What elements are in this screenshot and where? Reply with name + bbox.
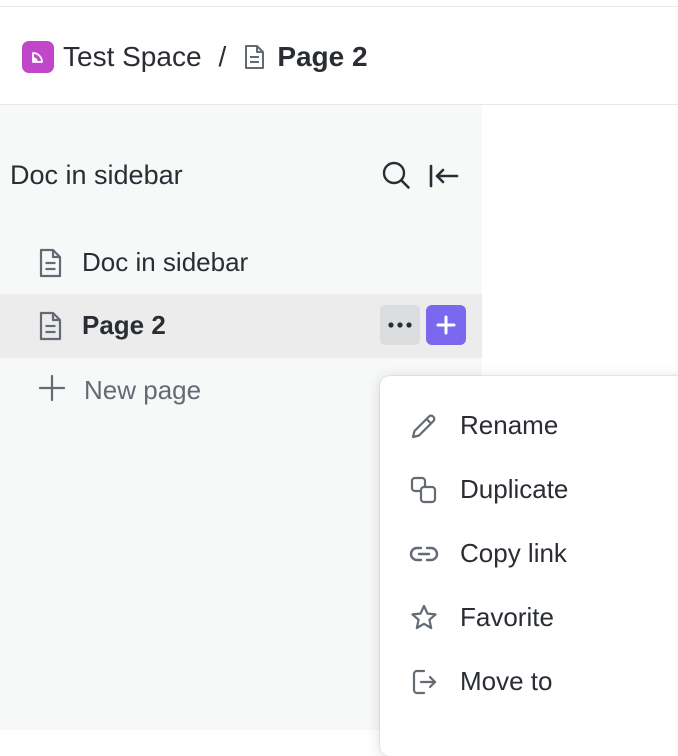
breadcrumb-space[interactable]: Test Space — [63, 41, 202, 73]
plus-icon — [38, 374, 66, 402]
menu-item-duplicate[interactable]: Duplicate — [380, 457, 678, 521]
page-context-menu: Rename Duplicate Copy link Favorite Move… — [380, 376, 678, 756]
star-icon — [408, 602, 440, 634]
collapse-sidebar-icon[interactable] — [428, 162, 460, 190]
sidebar-item-page-2[interactable]: Page 2 — [0, 294, 482, 358]
sidebar-title: Doc in sidebar — [10, 160, 183, 190]
pencil-icon — [408, 410, 440, 442]
document-icon — [38, 311, 62, 341]
sidebar-item-doc-in-sidebar[interactable]: Doc in sidebar — [0, 231, 482, 295]
search-icon[interactable] — [381, 160, 411, 190]
menu-item-rename[interactable]: Rename — [380, 393, 678, 457]
add-subpage-button[interactable] — [426, 305, 466, 345]
menu-item-label: Copy link — [460, 538, 567, 568]
menu-item-favorite[interactable]: Favorite — [380, 585, 678, 649]
breadcrumb-separator: / — [218, 41, 227, 72]
sidebar-item-label: Page 2 — [82, 310, 166, 340]
menu-item-label: Move to — [460, 666, 553, 696]
document-icon — [243, 44, 265, 70]
menu-item-label: Favorite — [460, 602, 554, 632]
rss-icon — [32, 52, 43, 63]
breadcrumb-current-page[interactable]: Page 2 — [277, 41, 367, 73]
ellipsis-icon — [388, 322, 412, 328]
sidebar-item-label: Doc in sidebar — [82, 247, 249, 277]
link-icon — [408, 538, 440, 570]
menu-item-label: Duplicate — [460, 474, 569, 504]
plus-icon — [436, 315, 456, 335]
move-to-icon — [408, 666, 440, 698]
more-options-button[interactable] — [380, 305, 420, 345]
space-avatar[interactable] — [22, 41, 54, 73]
breadcrumb: Test Space / Page 2 — [22, 41, 368, 73]
page-header: Test Space / Page 2 — [0, 7, 678, 105]
new-page-label: New page — [84, 375, 202, 405]
document-icon — [38, 248, 62, 278]
new-page-button[interactable]: New page — [0, 358, 380, 422]
menu-item-label: Rename — [460, 410, 559, 440]
duplicate-icon — [408, 474, 440, 506]
menu-item-move-to[interactable]: Move to — [380, 649, 678, 713]
menu-item-copy-link[interactable]: Copy link — [380, 521, 678, 585]
